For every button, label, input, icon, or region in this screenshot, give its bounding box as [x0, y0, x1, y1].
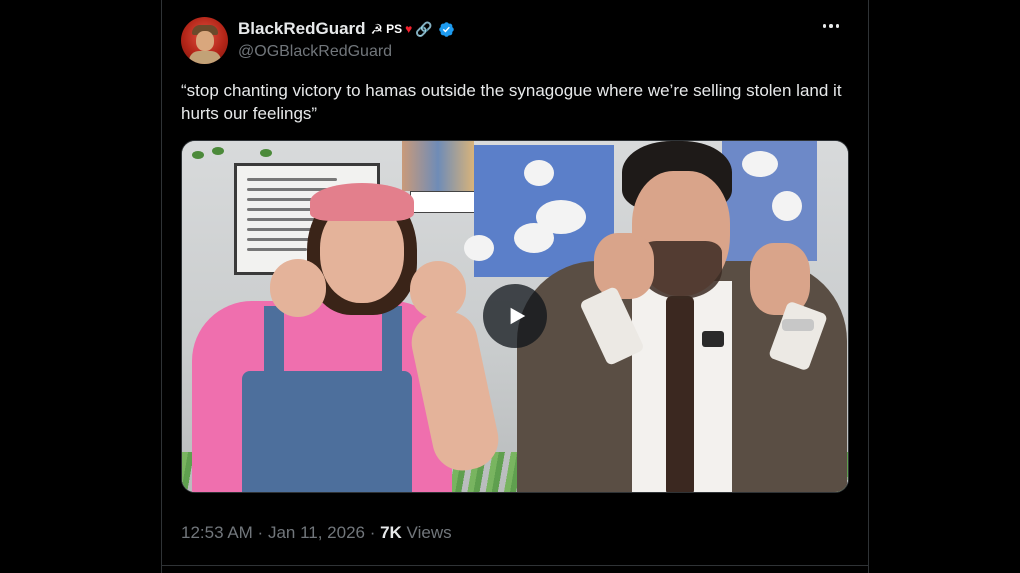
meta-separator: ·	[252, 523, 268, 542]
tweet-metadata: 12:53 AM · Jan 11, 2026 · 7K Views	[181, 523, 452, 543]
timeline-left-border	[161, 0, 162, 573]
woman-fist	[270, 259, 326, 317]
hammer-sickle-icon: ☭	[370, 20, 384, 37]
tweet-text: “stop chanting victory to hamas outside …	[181, 81, 842, 123]
author-flair: ☭ PS ♥ 🔗	[371, 21, 433, 38]
verified-badge-icon[interactable]	[438, 21, 455, 38]
leaf-decoration	[212, 147, 224, 155]
meta-separator: ·	[364, 523, 381, 542]
heart-icon: ♥	[405, 22, 413, 36]
author-avatar[interactable]	[181, 17, 228, 64]
metadata-divider	[162, 565, 868, 566]
leaf-decoration	[192, 151, 204, 159]
more-options-button[interactable]	[818, 16, 844, 36]
views-label: Views	[401, 523, 452, 542]
woman-fist	[410, 261, 466, 319]
man-fist	[594, 233, 654, 299]
more-horizontal-icon	[822, 24, 827, 28]
play-icon	[510, 307, 526, 325]
timeline-right-border	[868, 0, 869, 573]
classroom-note	[410, 191, 484, 213]
leaf-decoration	[260, 149, 272, 157]
author-name-row: BlackRedGuard ☭ PS ♥ 🔗	[238, 18, 455, 40]
classroom-photo	[402, 141, 474, 191]
author-handle[interactable]: @OGBlackRedGuard	[238, 43, 392, 61]
tweet-date[interactable]: Jan 11, 2026	[268, 523, 365, 542]
author-display-name[interactable]: BlackRedGuard	[238, 19, 366, 39]
views-count: 7K	[380, 523, 402, 542]
man-tie	[666, 296, 694, 492]
woman-headband	[310, 183, 414, 221]
flair-ps: PS	[386, 22, 403, 36]
woman-overalls	[242, 371, 412, 492]
cloud-artwork	[464, 145, 614, 277]
tweet-time[interactable]: 12:53 AM	[181, 523, 253, 542]
avatar-face	[196, 31, 214, 51]
lapel-microphone	[702, 331, 724, 347]
link-icon: 🔗	[415, 20, 433, 37]
avatar-body	[189, 51, 221, 64]
wrist-watch	[782, 319, 814, 331]
play-button[interactable]	[483, 284, 547, 348]
